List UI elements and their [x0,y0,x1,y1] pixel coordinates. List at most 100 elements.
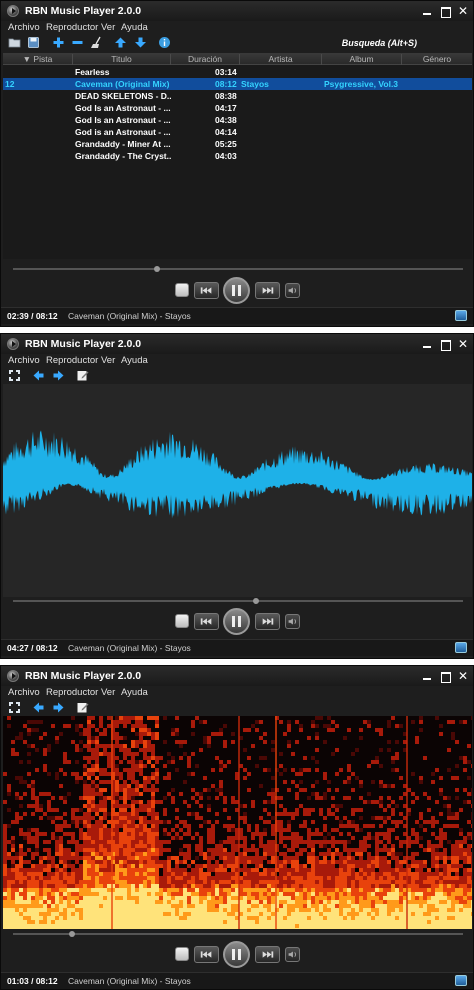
minimize-button[interactable] [419,3,435,19]
spectrogram-cell [451,816,455,820]
playlist-row[interactable]: God Is an Astronaut - ... 04:17 [3,102,472,114]
pause-button[interactable] [223,941,250,968]
waveform-visualization[interactable] [3,384,472,597]
close-button[interactable]: ✕ [455,668,471,684]
search-label[interactable]: Busqueda (Alt+S) [342,38,417,48]
spectrogram-cell [315,880,319,884]
playlist-row[interactable]: Grandaddy - Miner At ... 05:25 [3,138,472,150]
menu-archivo[interactable]: Archivo [8,355,40,366]
seek-bar[interactable] [13,931,463,937]
spectrogram-cell [435,852,439,856]
spectrogram-cell [163,764,167,768]
volume-button[interactable] [285,283,300,298]
forward-icon[interactable] [52,369,65,382]
remove-icon[interactable] [71,36,84,49]
playlist-table[interactable]: ▼ Pista Titulo Duración Artista Album Gé… [3,53,472,259]
column-titulo[interactable]: Titulo [73,54,171,65]
edit-icon[interactable] [76,369,89,382]
seek-bar[interactable] [13,266,463,272]
maximize-button[interactable] [437,336,453,352]
fullscreen-icon[interactable] [8,369,21,382]
title-bar[interactable]: RBN Music Player 2.0.0 ✕ [1,1,473,21]
spectrogram-cell [103,928,107,929]
spectrogram-cell [343,876,347,880]
menu-ayuda[interactable]: Ayuda [121,687,148,698]
volume-button[interactable] [285,614,300,629]
playlist-row[interactable]: 12 Caveman (Original Mix) 08:12 Stayos Psygr… [3,78,472,90]
spectrogram-cell [183,832,187,836]
column-duracion[interactable]: Duración [171,54,240,65]
spectrogram-cell [27,848,31,852]
back-icon[interactable] [32,369,45,382]
next-button[interactable] [255,946,280,963]
spectrogram-cell [467,800,471,804]
column-genero[interactable]: Género [402,54,472,65]
title-bar[interactable]: RBN Music Player 2.0.0 ✕ [1,666,473,686]
mini-mode-button[interactable] [455,975,467,986]
stop-button[interactable] [175,947,189,961]
spectrogram-cell [399,924,403,928]
menu-ver[interactable]: Ver [101,687,115,698]
spectrogram-cell [119,776,123,780]
stop-button[interactable] [175,283,189,297]
minimize-button[interactable] [419,336,435,352]
spectrogram-cell [179,876,183,880]
save-icon[interactable] [27,36,40,49]
previous-button[interactable] [194,613,219,630]
menu-ayuda[interactable]: Ayuda [121,22,148,33]
seek-knob[interactable] [154,266,160,272]
minimize-button[interactable] [419,668,435,684]
column-artista[interactable]: Artista [240,54,322,65]
folder-open-icon[interactable] [8,36,21,49]
back-icon[interactable] [32,701,45,714]
move-down-icon[interactable] [134,36,147,49]
spectrogram-cell [223,744,227,748]
column-pista[interactable]: ▼ Pista [3,54,73,65]
mini-mode-button[interactable] [455,642,467,653]
spectrogram-cell [3,928,7,929]
menu-reproductor[interactable]: Reproductor [46,687,98,698]
playlist-row[interactable]: God Is an Astronaut - ... 04:38 [3,114,472,126]
menu-ayuda[interactable]: Ayuda [121,355,148,366]
close-button[interactable]: ✕ [455,336,471,352]
next-button[interactable] [255,613,280,630]
playlist-row[interactable]: God is an Astronaut - ... 04:14 [3,126,472,138]
menu-ver[interactable]: Ver [101,355,115,366]
menu-ver[interactable]: Ver [101,22,115,33]
spectrogram-cell [303,848,307,852]
mini-mode-button[interactable] [455,310,467,321]
spectrogram-cell [167,872,171,876]
next-button[interactable] [255,282,280,299]
title-bar[interactable]: RBN Music Player 2.0.0 ✕ [1,334,473,354]
stop-button[interactable] [175,614,189,628]
playlist-row[interactable]: DEAD SKELETONS - D... 08:38 [3,90,472,102]
info-icon[interactable] [158,36,171,49]
spectrogram-visualization[interactable] [3,716,472,929]
seek-knob[interactable] [68,931,75,937]
close-button[interactable]: ✕ [455,3,471,19]
spectrogram-cell [311,860,315,864]
seek-knob[interactable] [253,598,259,604]
previous-button[interactable] [194,282,219,299]
maximize-button[interactable] [437,3,453,19]
previous-button[interactable] [194,946,219,963]
pause-button[interactable] [223,277,250,304]
menu-archivo[interactable]: Archivo [8,687,40,698]
move-up-icon[interactable] [114,36,127,49]
edit-icon[interactable] [76,701,89,714]
pause-button[interactable] [223,608,250,635]
playlist-row[interactable]: Fearless 03:14 [3,66,472,78]
add-icon[interactable] [52,36,65,49]
playlist-row[interactable]: Grandaddy - The Cryst... 04:03 [3,150,472,162]
broom-icon[interactable] [90,36,103,49]
spectrogram-cell [447,796,451,800]
volume-button[interactable] [285,947,300,962]
menu-reproductor[interactable]: Reproductor [46,22,98,33]
fullscreen-icon[interactable] [8,701,21,714]
column-album[interactable]: Album [322,54,402,65]
menu-archivo[interactable]: Archivo [8,22,40,33]
forward-icon[interactable] [52,701,65,714]
seek-bar[interactable] [13,598,463,604]
menu-reproductor[interactable]: Reproductor [46,355,98,366]
maximize-button[interactable] [437,668,453,684]
